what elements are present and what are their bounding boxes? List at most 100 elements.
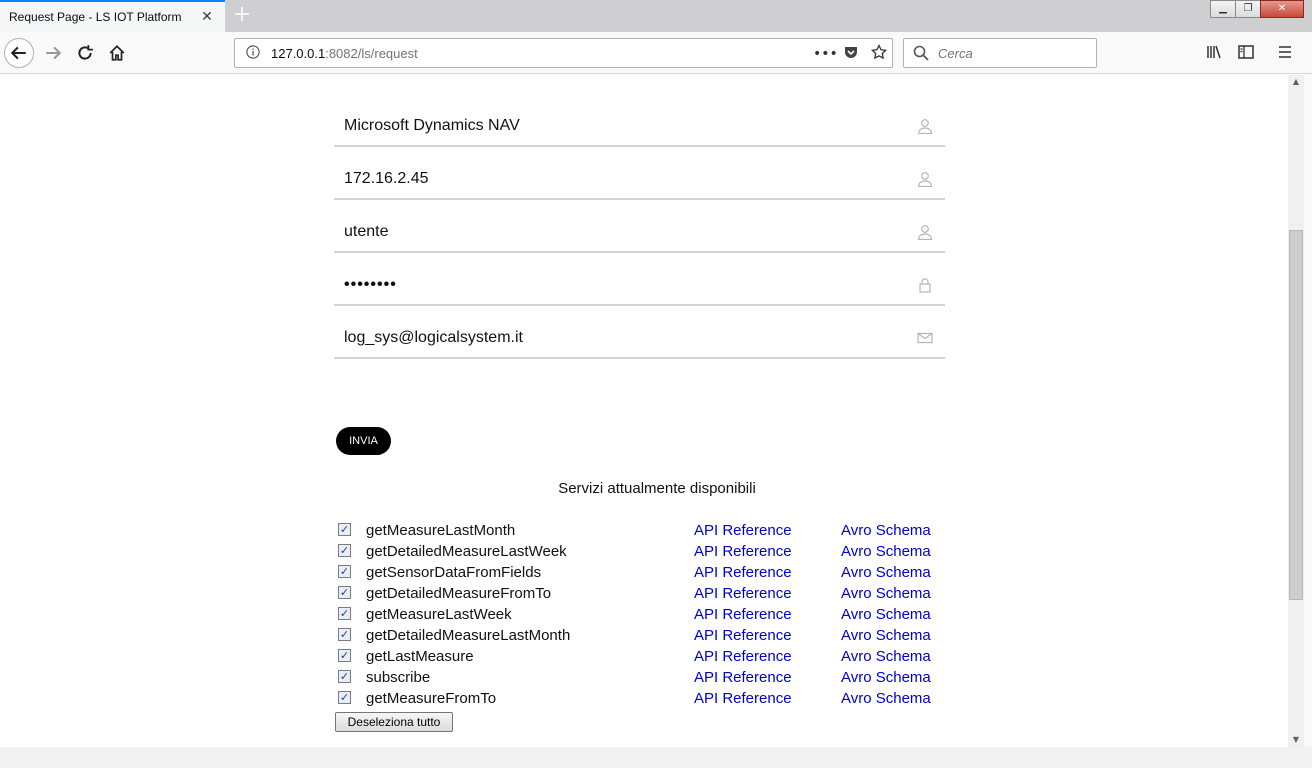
- services-title: Servizi attualmente disponibili: [558, 480, 756, 497]
- api-reference-link[interactable]: API Reference: [694, 627, 792, 644]
- reload-icon: [78, 45, 93, 60]
- api-reference-link[interactable]: API Reference: [694, 585, 792, 602]
- api-reference-link[interactable]: API Reference: [694, 648, 792, 665]
- search-bar[interactable]: Cerca: [903, 38, 1097, 68]
- browser-window: Request Page - LS IOT Platform ✕ + ▁ ❐ ✕…: [0, 0, 1312, 768]
- envelope-icon: [917, 332, 933, 344]
- service-name: getMeasureFromTo: [366, 690, 497, 707]
- info-icon[interactable]: [243, 44, 263, 62]
- service-row: ✓ getDetailedMeasureLastMonth API Referenc…: [336, 626, 946, 647]
- email-field[interactable]: [334, 321, 945, 359]
- user-icon: [917, 119, 933, 134]
- service-row: ✓ getMeasureLastWeek API Reference Avro Sch…: [336, 605, 946, 626]
- search-placeholder: Cerca: [938, 45, 973, 61]
- url-text[interactable]: 127.0.0.1:8082/ls/request: [271, 46, 418, 61]
- service-name: getLastMeasure: [366, 648, 474, 665]
- home-button[interactable]: [102, 38, 132, 68]
- service-checkbox[interactable]: ✓: [338, 670, 351, 683]
- service-row: ✓ getDetailedMeasureFromTo API Reference Av…: [336, 584, 946, 605]
- scroll-down-icon[interactable]: ▼: [1288, 733, 1304, 747]
- service-name: getMeasureLastWeek: [366, 606, 512, 623]
- window-controls: ▁ ❐ ✕: [1210, 0, 1304, 18]
- url-host: 127.0.0.1: [271, 45, 326, 61]
- username-field[interactable]: [334, 215, 945, 253]
- password-field[interactable]: [334, 268, 945, 306]
- back-button[interactable]: [4, 38, 34, 68]
- url-bar[interactable]: 127.0.0.1:8082/ls/request •••: [234, 38, 893, 68]
- api-reference-link[interactable]: API Reference: [694, 543, 792, 560]
- minimize-button[interactable]: ▁: [1210, 0, 1236, 18]
- service-checkbox[interactable]: ✓: [338, 628, 351, 641]
- avro-schema-link[interactable]: Avro Schema: [841, 648, 931, 665]
- service-checkbox[interactable]: ✓: [338, 544, 351, 557]
- api-reference-link[interactable]: API Reference: [694, 564, 792, 581]
- reload-button[interactable]: [70, 38, 100, 68]
- service-name: getDetailedMeasureLastWeek: [366, 543, 567, 560]
- service-row: ✓ getDetailedMeasureLastWeek API Reference…: [336, 542, 946, 563]
- page-content: INVIA Servizi attualmente disponibili ✓ g…: [0, 75, 1288, 747]
- navigation-bar: 127.0.0.1:8082/ls/request ••• Cerca: [0, 32, 1312, 74]
- avro-schema-link[interactable]: Avro Schema: [841, 669, 931, 686]
- application-field[interactable]: [334, 109, 945, 147]
- url-path: :8082/ls/request: [325, 45, 418, 61]
- avro-schema-link[interactable]: Avro Schema: [841, 543, 931, 560]
- avro-schema-link[interactable]: Avro Schema: [841, 564, 931, 581]
- service-checkbox[interactable]: ✓: [338, 691, 351, 704]
- service-checkbox[interactable]: ✓: [338, 565, 351, 578]
- avro-schema-link[interactable]: Avro Schema: [841, 522, 931, 539]
- restore-button[interactable]: ❐: [1235, 0, 1261, 18]
- service-checkbox[interactable]: ✓: [338, 649, 351, 662]
- username-input[interactable]: [334, 215, 894, 249]
- avro-schema-link[interactable]: Avro Schema: [841, 690, 931, 707]
- tab-strip: Request Page - LS IOT Platform ✕ + ▁ ❐ ✕: [0, 0, 1312, 32]
- sidebar-toggle-icon[interactable]: [1237, 43, 1257, 63]
- submit-button[interactable]: INVIA: [336, 427, 391, 455]
- pocket-icon[interactable]: [841, 44, 861, 64]
- search-icon: [913, 45, 929, 61]
- new-tab-button[interactable]: +: [230, 4, 254, 28]
- service-checkbox[interactable]: ✓: [338, 607, 351, 620]
- host-field[interactable]: [334, 162, 945, 200]
- application-input[interactable]: [334, 109, 894, 143]
- arrow-right-icon: [46, 46, 62, 60]
- forward-button[interactable]: [38, 38, 68, 68]
- avro-schema-link[interactable]: Avro Schema: [841, 585, 931, 602]
- arrow-left-icon: [10, 46, 26, 60]
- hamburger-menu-icon[interactable]: [1276, 43, 1296, 63]
- deselect-all-button[interactable]: Deseleziona tutto: [335, 712, 453, 732]
- host-input[interactable]: [334, 162, 894, 196]
- service-checkbox[interactable]: ✓: [338, 586, 351, 599]
- avro-schema-link[interactable]: Avro Schema: [841, 627, 931, 644]
- service-name: getMeasureLastMonth: [366, 522, 516, 539]
- avro-schema-link[interactable]: Avro Schema: [841, 606, 931, 623]
- service-row: ✓ getSensorDataFromFields API Reference Avr…: [336, 563, 946, 584]
- lock-icon: [919, 278, 931, 293]
- user-icon: [917, 225, 933, 240]
- service-name: subscribe: [366, 669, 431, 686]
- tab-title: Request Page - LS IOT Platform: [9, 10, 182, 24]
- service-name: getDetailedMeasureLastMonth: [366, 627, 571, 644]
- bottom-strip: [0, 747, 1312, 768]
- bookmark-star-icon[interactable]: [869, 43, 889, 64]
- user-icon: [917, 172, 933, 187]
- service-checkbox[interactable]: ✓: [338, 523, 351, 536]
- email-input[interactable]: [334, 321, 894, 355]
- service-row: ✓ getMeasureLastMonth API Reference Avro Sc…: [336, 521, 946, 542]
- vertical-scrollbar[interactable]: ▲ ▼: [1288, 75, 1304, 747]
- service-name: getDetailedMeasureFromTo: [366, 585, 552, 602]
- api-reference-link[interactable]: API Reference: [694, 606, 792, 623]
- api-reference-link[interactable]: API Reference: [694, 669, 792, 686]
- api-reference-link[interactable]: API Reference: [694, 522, 792, 539]
- tab-request-page[interactable]: Request Page - LS IOT Platform ✕: [0, 0, 225, 32]
- password-input[interactable]: [334, 268, 894, 302]
- close-window-button[interactable]: ✕: [1260, 0, 1304, 18]
- service-row: ✓ getLastMeasure API Reference Avro Schema: [336, 647, 946, 668]
- service-row: ✓ getMeasureFromTo API Reference Avro Schem…: [336, 689, 946, 710]
- library-icon[interactable]: [1205, 43, 1225, 63]
- scroll-up-icon[interactable]: ▲: [1288, 75, 1304, 89]
- api-reference-link[interactable]: API Reference: [694, 690, 792, 707]
- tab-close-icon[interactable]: ✕: [199, 9, 215, 25]
- service-row: ✓ subscribe API Reference Avro Schema: [336, 668, 946, 689]
- scrollbar-thumb[interactable]: [1289, 230, 1303, 600]
- page-actions-icon[interactable]: •••: [813, 44, 838, 64]
